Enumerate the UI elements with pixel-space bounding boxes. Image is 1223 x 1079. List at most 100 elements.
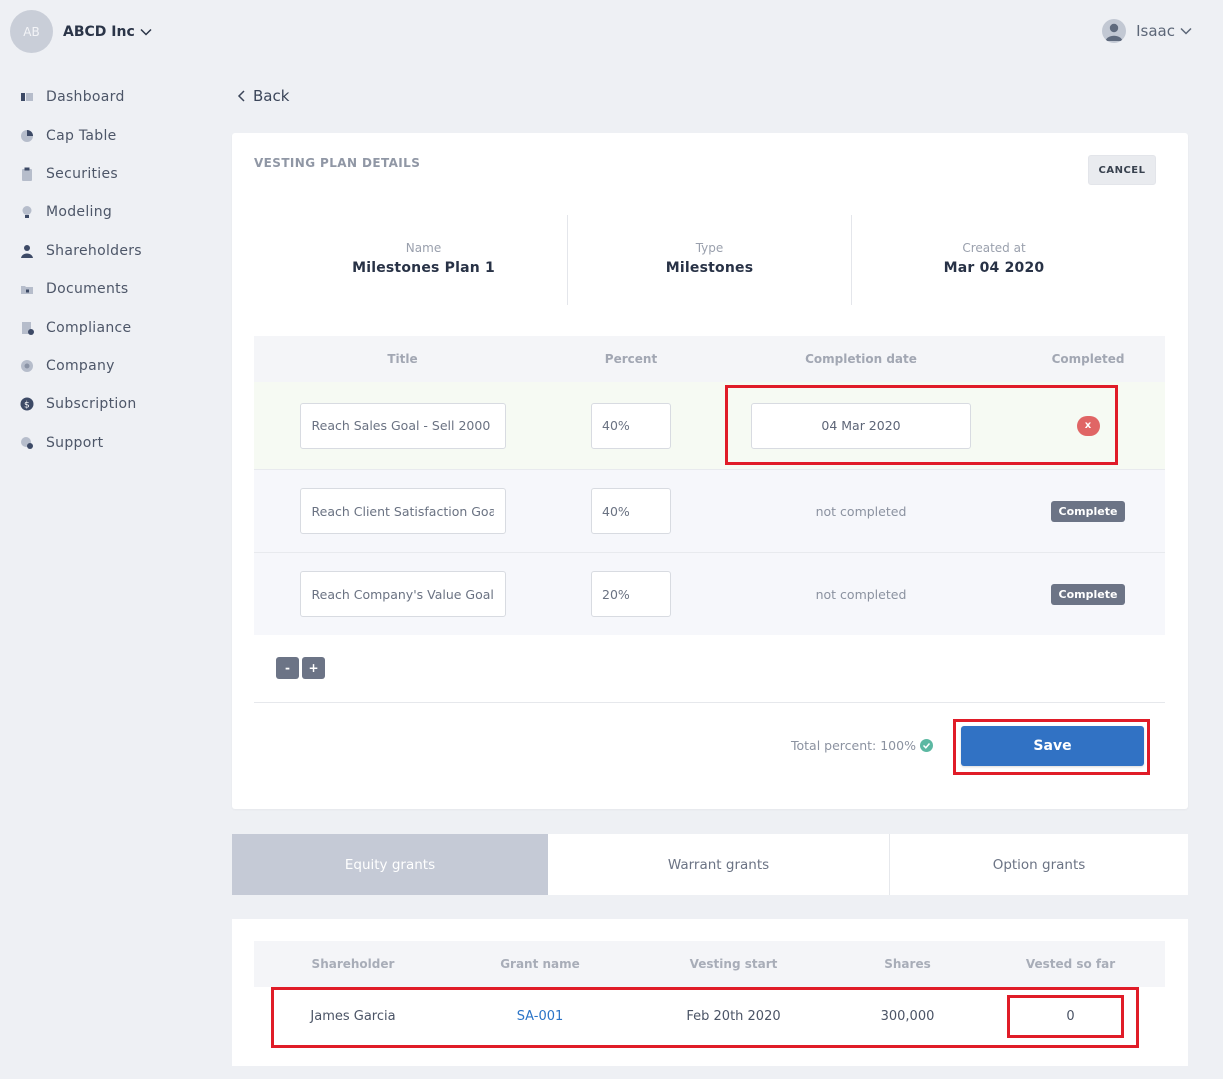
- sidebar-item-label: Company: [46, 357, 115, 374]
- sidebar-item-label: Dashboard: [46, 89, 125, 106]
- table-header: Title Percent Completion date Completed: [254, 336, 1165, 382]
- sidebar-item-support[interactable]: Support: [18, 424, 208, 462]
- completion-date-field[interactable]: 04 Mar 2020: [751, 402, 971, 449]
- total-percent-text: Total percent: 100%: [791, 738, 916, 753]
- support-icon: [18, 434, 36, 452]
- shareholder-cell: James Garcia: [310, 1009, 396, 1024]
- milestone-title-input[interactable]: [299, 402, 506, 449]
- total-percent: Total percent: 100%: [791, 738, 933, 753]
- vesting-plan-card: VESTING PLAN DETAILS CANCEL Name Milesto…: [232, 133, 1188, 809]
- tab-option-grants[interactable]: Option grants: [890, 834, 1188, 895]
- dollar-icon: $: [18, 395, 36, 413]
- column-header-completed: Completed: [1051, 352, 1125, 366]
- column-header-shares: Shares: [884, 957, 931, 971]
- sidebar-item-dashboard[interactable]: Dashboard: [18, 78, 208, 116]
- plan-type-value: Milestones: [665, 260, 754, 276]
- column-header-vested-so-far: Vested so far: [1025, 957, 1116, 971]
- table-row: not completed Complete: [254, 553, 1165, 635]
- sidebar-item-label: Support: [46, 434, 104, 451]
- shares-cell: 300,000: [880, 1009, 935, 1024]
- save-button[interactable]: Save: [961, 726, 1144, 766]
- sidebar-item-securities[interactable]: Securities: [18, 155, 208, 193]
- sidebar-item-label: Documents: [46, 281, 129, 298]
- document-check-icon: [18, 319, 36, 337]
- sidebar-item-label: Cap Table: [46, 127, 117, 144]
- column-header-vesting-start: Vesting start: [689, 957, 778, 971]
- sidebar-item-label: Compliance: [46, 319, 132, 336]
- sidebar-item-label: Subscription: [46, 396, 137, 413]
- milestone-percent-input[interactable]: [591, 402, 671, 449]
- section-title: VESTING PLAN DETAILS: [254, 156, 421, 170]
- column-header-percent: Percent: [604, 352, 658, 366]
- remove-row-button[interactable]: -: [276, 657, 299, 679]
- grants-card: Shareholder Grant name Vesting start Sha…: [232, 919, 1188, 1066]
- company-avatar: AB: [10, 10, 53, 53]
- pie-chart-icon: [18, 127, 36, 145]
- uncomplete-button[interactable]: x: [1076, 415, 1100, 436]
- sidebar-item-modeling[interactable]: Modeling: [18, 193, 208, 231]
- column-header-title: Title: [387, 352, 418, 366]
- row-controls: - +: [276, 657, 325, 679]
- column-header-grant-name: Grant name: [500, 957, 580, 971]
- check-circle-icon: [919, 739, 933, 752]
- completion-status: not completed: [815, 586, 907, 602]
- cancel-button[interactable]: CANCEL: [1088, 155, 1156, 185]
- chevron-left-icon: [237, 90, 245, 102]
- milestone-title-input[interactable]: [299, 571, 506, 617]
- person-icon: [18, 242, 36, 260]
- sidebar-item-company[interactable]: Company: [18, 347, 208, 385]
- sidebar-item-label: Securities: [46, 165, 119, 182]
- company-icon: [18, 357, 36, 375]
- tab-equity-grants[interactable]: Equity grants: [232, 834, 548, 895]
- summary-name: Name Milestones Plan 1: [280, 215, 568, 305]
- table-row: not completed Complete: [254, 470, 1165, 553]
- milestone-percent-input[interactable]: [591, 571, 671, 617]
- column-header-completion-date: Completion date: [805, 352, 917, 366]
- user-menu[interactable]: Isaac: [1102, 19, 1193, 43]
- folder-icon: [18, 280, 36, 298]
- chevron-down-icon: [1180, 27, 1192, 35]
- sidebar-item-label: Modeling: [46, 204, 113, 221]
- lightbulb-icon: [18, 203, 36, 221]
- add-row-button[interactable]: +: [302, 657, 325, 679]
- sidebar-item-subscription[interactable]: $ Subscription: [18, 385, 208, 423]
- summary-label: Type: [695, 241, 724, 255]
- sidebar: Dashboard Cap Table Securities Modeling …: [18, 78, 208, 462]
- tab-warrant-grants[interactable]: Warrant grants: [548, 834, 890, 895]
- company-switcher[interactable]: AB ABCD Inc: [10, 10, 153, 53]
- clipboard-icon: [18, 165, 36, 183]
- plan-summary: Name Milestones Plan 1 Type Milestones C…: [280, 215, 1120, 305]
- sidebar-item-shareholders[interactable]: Shareholders: [18, 232, 208, 270]
- back-label: Back: [253, 87, 290, 105]
- plan-name-value: Milestones Plan 1: [352, 260, 495, 276]
- sidebar-item-documents[interactable]: Documents: [18, 270, 208, 308]
- grant-name-link[interactable]: SA-001: [452, 1009, 628, 1024]
- table-row: James Garcia SA-001 Feb 20th 2020 300,00…: [254, 989, 1165, 1044]
- summary-type: Type Milestones: [568, 215, 852, 305]
- complete-button[interactable]: Complete: [1051, 583, 1125, 605]
- sidebar-item-cap-table[interactable]: Cap Table: [18, 116, 208, 154]
- complete-button[interactable]: Complete: [1051, 500, 1125, 522]
- back-link[interactable]: Back: [237, 87, 289, 105]
- milestone-title-input[interactable]: [299, 488, 506, 534]
- plan-created-value: Mar 04 2020: [943, 260, 1045, 276]
- vested-so-far-cell: 0: [1066, 1009, 1075, 1024]
- vesting-start-cell: Feb 20th 2020: [686, 1009, 781, 1024]
- user-name: Isaac: [1136, 22, 1175, 40]
- table-header: Shareholder Grant name Vesting start Sha…: [254, 941, 1165, 987]
- summary-label: Created at: [962, 241, 1026, 255]
- completion-status: not completed: [815, 503, 907, 519]
- svg-text:$: $: [24, 401, 30, 411]
- dashboard-icon: [18, 88, 36, 106]
- company-name: ABCD Inc: [63, 23, 135, 40]
- column-header-shareholder: Shareholder: [311, 957, 395, 971]
- sidebar-item-label: Shareholders: [46, 242, 142, 259]
- divider: [254, 702, 1165, 703]
- chevron-down-icon: [140, 28, 152, 36]
- table-row: 04 Mar 2020 x: [254, 382, 1165, 470]
- milestones-table: Title Percent Completion date Completed …: [254, 336, 1165, 635]
- milestone-percent-input[interactable]: [591, 488, 671, 534]
- grant-tabs: Equity grants Warrant grants Option gran…: [232, 834, 1188, 895]
- sidebar-item-compliance[interactable]: Compliance: [18, 308, 208, 346]
- user-avatar-icon: [1102, 19, 1127, 43]
